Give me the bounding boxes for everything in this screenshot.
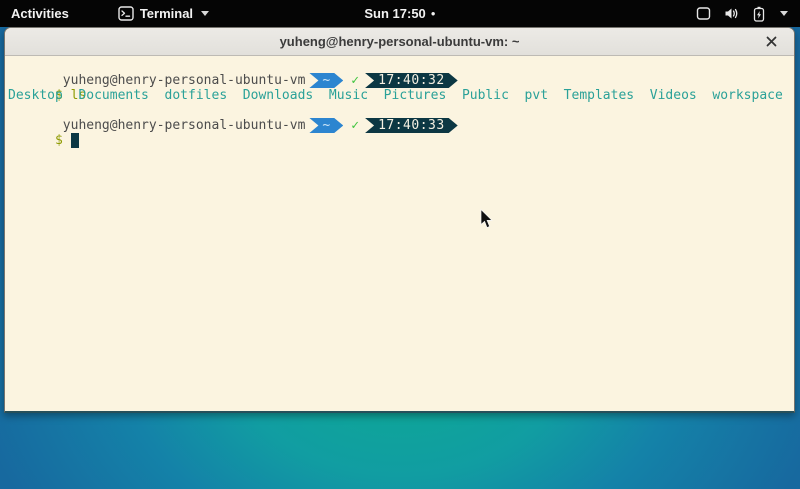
activities-button[interactable]: Activities: [0, 0, 80, 27]
battery-charging-icon: [753, 6, 765, 22]
window-title: yuheng@henry-personal-ubuntu-vm: ~: [280, 34, 520, 49]
directory-name: Pictures: [384, 88, 447, 103]
window-titlebar[interactable]: yuheng@henry-personal-ubuntu-vm: ~: [5, 28, 794, 56]
terminal-screen[interactable]: yuheng@henry-personal-ubuntu-vm ~ ✓ 17:40:3…: [5, 56, 794, 411]
prompt-symbol: $: [55, 133, 63, 148]
app-menu-terminal[interactable]: Terminal: [108, 0, 219, 27]
prompt-time-segment: 17:40:32: [365, 73, 458, 88]
prompt-host: yuheng@henry-personal-ubuntu-vm: [55, 118, 305, 133]
prompt-line: yuheng@henry-personal-ubuntu-vm~✓17:40:3…: [8, 58, 791, 73]
directory-name: Desktop: [8, 88, 63, 103]
clock[interactable]: Sun 17:50: [364, 6, 425, 21]
top-bar-left: Activities Terminal: [0, 0, 219, 27]
prompt-status-check-icon: ✓: [351, 73, 359, 88]
directory-name: Documents: [78, 88, 148, 103]
prompt-time-segment: 17:40:33: [365, 118, 458, 133]
close-button[interactable]: [758, 28, 784, 55]
app-menu-label: Terminal: [140, 6, 193, 21]
prompt-path-segment: ~: [309, 73, 343, 88]
prompt-line: yuheng@henry-personal-ubuntu-vm~✓17:40:3…: [8, 103, 791, 118]
directory-name: dotfiles: [165, 88, 228, 103]
directory-name: Templates: [564, 88, 634, 103]
prompt-path-segment: ~: [309, 118, 343, 133]
ls-output: Desktop Documents dotfiles Downloads Music Pi…: [8, 88, 791, 103]
directory-name: Public: [462, 88, 509, 103]
chevron-down-icon: [780, 11, 788, 16]
terminal-app-icon: [118, 6, 134, 21]
prompt-host: yuheng@henry-personal-ubuntu-vm: [55, 73, 305, 88]
volume-icon: [724, 6, 740, 21]
screen-icon: [696, 6, 711, 21]
directory-name: pvt: [525, 88, 548, 103]
chevron-down-icon: [201, 11, 209, 16]
close-icon: [766, 36, 777, 47]
top-bar: Activities Terminal Sun 17:50 ●: [0, 0, 800, 27]
directory-name: Downloads: [243, 88, 313, 103]
directory-name: workspace: [712, 88, 782, 103]
terminal-window: yuheng@henry-personal-ubuntu-vm: ~ yuhen…: [4, 27, 795, 413]
terminal-cursor: [71, 133, 79, 148]
directory-name: Videos: [650, 88, 697, 103]
directory-name: Music: [329, 88, 368, 103]
prompt-status-check-icon: ✓: [351, 118, 359, 133]
notification-dot-icon: ●: [431, 10, 436, 18]
system-status-area[interactable]: [684, 0, 800, 27]
